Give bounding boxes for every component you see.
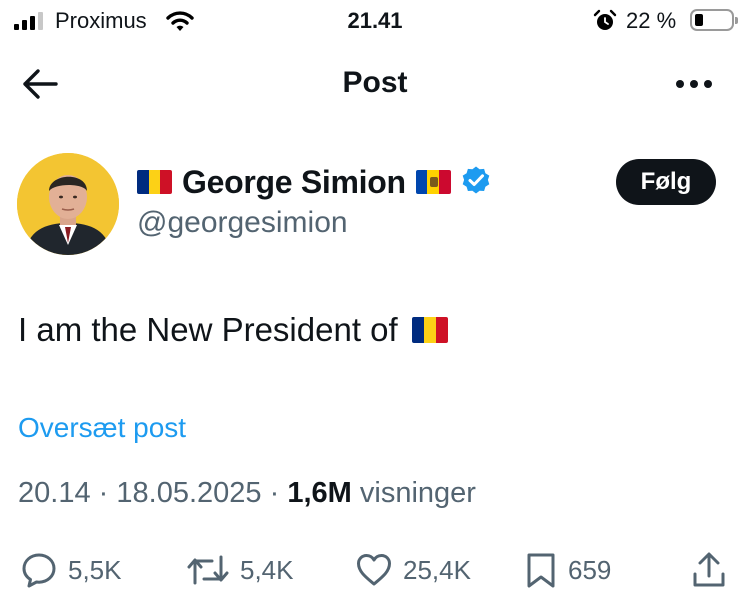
meta-separator: ·: [269, 477, 280, 509]
bookmark-count: 659: [568, 554, 612, 585]
post-text: I am the New President of: [18, 311, 448, 349]
repost-button[interactable]: 5,4K: [186, 548, 294, 592]
author-display-name: George Simion: [182, 163, 406, 200]
meta-separator: ·: [98, 477, 109, 509]
alarm-icon: [593, 9, 617, 38]
like-button[interactable]: 25,4K: [355, 548, 471, 592]
share-button[interactable]: [690, 548, 728, 592]
bookmark-icon: [527, 553, 555, 588]
bookmark-button[interactable]: 659: [524, 548, 611, 592]
post-metadata: 20.14 · 18.05.2025 · 1,6M visninger: [18, 477, 476, 510]
romania-flag-icon: [411, 317, 448, 343]
follow-button[interactable]: Følg: [616, 159, 716, 205]
author-name-row[interactable]: George Simion: [137, 162, 491, 202]
repost-icon: [187, 555, 229, 585]
battery-icon: [690, 9, 738, 31]
heart-icon: [357, 554, 391, 586]
post-text-content: I am the New President of: [18, 311, 398, 348]
status-bar: Proximus 21.41 22 %: [0, 0, 750, 44]
post-actions: 5,5K 5,4K 25,4K 659: [0, 548, 750, 592]
views-count[interactable]: 1,6M: [287, 477, 351, 509]
post-time: 20.14: [18, 477, 91, 509]
like-count: 25,4K: [403, 554, 471, 585]
views-label: visninger: [359, 477, 476, 509]
reply-count: 5,5K: [68, 554, 122, 585]
romania-flag-icon: [137, 170, 172, 194]
more-horizontal-icon: [676, 80, 684, 88]
battery-percentage: 22 %: [626, 8, 677, 33]
more-options-button[interactable]: [672, 74, 716, 94]
post-date: 18.05.2025: [116, 477, 262, 509]
share-icon: [693, 552, 725, 587]
reply-icon: [22, 553, 56, 588]
repost-count: 5,4K: [240, 554, 294, 585]
reply-button[interactable]: 5,5K: [20, 548, 122, 592]
page-title: Post: [342, 66, 408, 99]
translate-post-link[interactable]: Oversæt post: [18, 412, 186, 444]
moldova-flag-icon: [415, 170, 451, 194]
verified-badge-icon: [461, 165, 491, 200]
avatar[interactable]: [17, 153, 119, 255]
author-handle[interactable]: @georgesimion: [137, 206, 348, 240]
